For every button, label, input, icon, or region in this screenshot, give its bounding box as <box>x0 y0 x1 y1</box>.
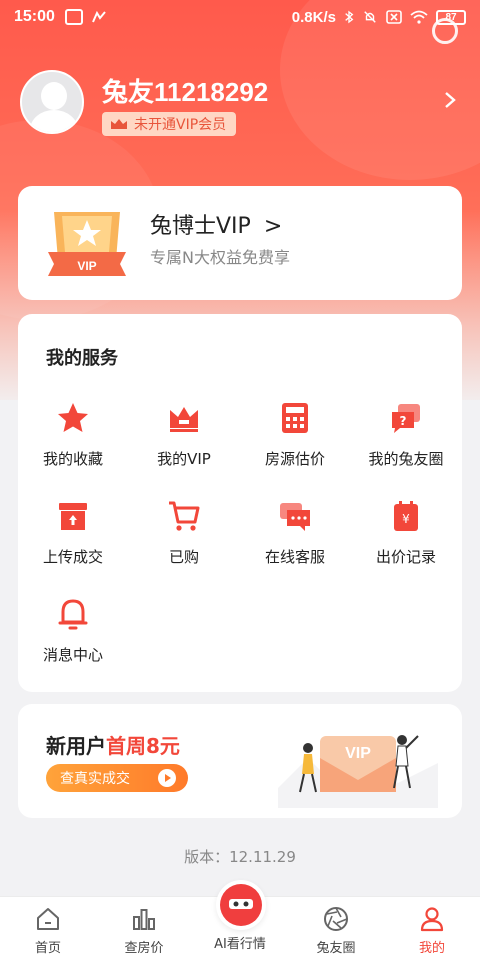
play-circle-icon <box>158 769 176 787</box>
service-online-support[interactable]: 在线客服 <box>240 498 350 567</box>
svg-text:¥: ¥ <box>402 512 410 526</box>
vip-emblem-text: VIP <box>77 259 96 273</box>
service-bid-history[interactable]: ¥ 出价记录 <box>351 498 461 567</box>
avatar-body-shape <box>30 110 78 132</box>
nav-home[interactable]: 首页 <box>0 897 96 960</box>
service-my-circle[interactable]: ? 我的兔友圈 <box>351 400 461 469</box>
service-label: 已购 <box>168 548 199 566</box>
vip-status-badge[interactable]: 未开通VIP会员 <box>102 112 237 136</box>
service-label: 消息中心 <box>42 646 103 664</box>
illustration-vip-text: VIP <box>345 745 371 762</box>
crown-icon <box>111 119 127 129</box>
promo-title-prefix: 新用户 <box>46 734 106 758</box>
service-label: 我的收藏 <box>42 450 103 468</box>
vip-title-text: 兔博士VIP <box>150 214 251 239</box>
avatar-head-shape <box>41 82 67 110</box>
star-icon <box>58 403 88 432</box>
wifi-icon <box>410 10 428 24</box>
service-my-vip[interactable]: 我的VIP <box>129 400 239 469</box>
nav-label: 首页 <box>34 941 61 956</box>
vip-card-subtitle: 专属N大权益免费享 <box>150 248 290 267</box>
home-icon <box>37 908 59 930</box>
nav-label: AI看行情 <box>214 937 266 952</box>
service-favorites[interactable]: 我的收藏 <box>18 400 128 469</box>
rabbit-app-icon <box>92 10 106 23</box>
price-calendar-icon: ¥ <box>394 501 418 531</box>
service-purchased[interactable]: 已购 <box>129 498 239 567</box>
person-icon <box>420 907 444 932</box>
nav-label: 查房价 <box>124 941 164 956</box>
new-user-promo-card[interactable]: 新用户首周8元 查真实成交 VIP <box>18 704 462 818</box>
bell-icon <box>58 599 88 630</box>
nav-rabbit-circle[interactable]: 兔友圈 <box>288 897 384 960</box>
nav-label: 兔友圈 <box>316 941 356 956</box>
vip-card[interactable]: VIP 兔博士VIP > 专属N大权益免费享 <box>18 186 462 300</box>
nav-check-price[interactable]: 查房价 <box>96 897 192 960</box>
vip-envelope-illustration: VIP <box>278 735 438 808</box>
bluetooth-icon <box>345 10 354 24</box>
upload-box-icon <box>59 503 87 530</box>
profile-chevron-right-icon[interactable] <box>444 90 456 115</box>
nav-mine[interactable]: 我的 <box>384 897 480 960</box>
status-bar: 15:00 0.8K/s 87 <box>0 0 480 34</box>
chat-question-icon: ? <box>392 404 420 433</box>
no-sim-icon <box>386 10 402 24</box>
network-speed: 0.8K/s <box>291 8 336 26</box>
service-valuation[interactable]: 房源估价 <box>240 400 350 469</box>
status-time: 15:00 <box>14 8 55 25</box>
service-message-center[interactable]: 消息中心 <box>18 596 128 665</box>
promo-title-highlight: 首周8元 <box>106 734 180 758</box>
service-label: 我的VIP <box>157 450 211 468</box>
service-label: 上传成交 <box>42 548 103 566</box>
app-version: 版本：12.11.29 <box>184 848 296 866</box>
nav-label: 我的 <box>418 941 445 956</box>
calculator-icon <box>282 403 308 433</box>
vip-status-text: 未开通VIP会员 <box>134 117 227 133</box>
bar-chart-icon <box>133 909 155 930</box>
promo-title: 新用户首周8元 <box>46 730 180 759</box>
check-real-deals-button[interactable]: 查真实成交 <box>46 764 188 792</box>
services-title: 我的服务 <box>46 348 118 369</box>
service-label: 出价记录 <box>375 548 436 566</box>
aperture-icon <box>324 907 348 931</box>
vip-title-chevron: > <box>263 214 283 239</box>
avatar[interactable] <box>20 70 84 134</box>
app-notification-icon <box>64 9 83 25</box>
chat-bubbles-icon <box>280 503 310 531</box>
vip-card-title: 兔博士VIP > <box>150 208 282 240</box>
service-label: 房源估价 <box>264 450 325 468</box>
service-label: 在线客服 <box>264 548 325 566</box>
mute-bell-icon <box>364 11 376 23</box>
ai-robot-face <box>220 884 262 926</box>
robot-eyes-icon <box>229 899 253 909</box>
service-upload-deal[interactable]: 上传成交 <box>18 498 128 567</box>
username[interactable]: 兔友11218292 <box>102 72 268 109</box>
cart-icon <box>169 501 200 531</box>
service-label: 我的兔友圈 <box>368 450 444 468</box>
settings-gear-icon[interactable] <box>432 18 458 44</box>
promo-button-label: 查真实成交 <box>60 771 130 787</box>
svg-text:?: ? <box>400 414 407 428</box>
crown-icon <box>170 407 198 432</box>
vip-emblem-icon: VIP <box>48 212 126 276</box>
my-services-card: 我的服务 我的收藏 我的VIP 房源估价 ? 我的兔友圈 上传成交 已购 在线客… <box>18 314 462 692</box>
ai-robot-icon[interactable] <box>216 880 266 930</box>
